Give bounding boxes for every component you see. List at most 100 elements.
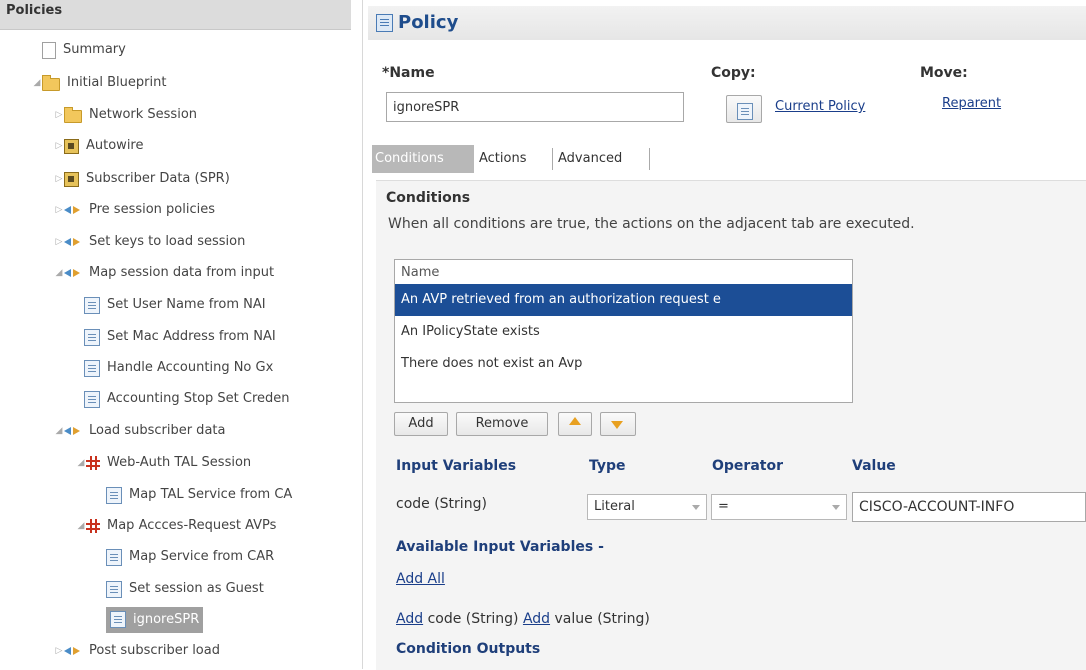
add-condition-button[interactable]: Add bbox=[394, 412, 448, 436]
form-icon bbox=[84, 328, 100, 346]
operator-header: Operator bbox=[712, 458, 783, 474]
tree-item-set-mac-address[interactable]: Set Mac Address from NAI bbox=[84, 326, 276, 348]
tree-item-set-keys[interactable]: ▷ Set keys to load session bbox=[54, 231, 246, 253]
variable-name: code (String) bbox=[427, 611, 519, 627]
form-icon bbox=[737, 103, 753, 120]
tree-item-autowire[interactable]: ▷ Autowire bbox=[54, 135, 143, 157]
value-header: Value bbox=[852, 458, 896, 474]
tab-conditions[interactable]: Conditions bbox=[372, 145, 474, 173]
tab-actions[interactable]: Actions bbox=[476, 145, 550, 173]
expand-toggle-icon[interactable]: ◢ bbox=[76, 452, 86, 474]
conditions-list[interactable]: Name An AVP retrieved from an authorizat… bbox=[394, 259, 853, 403]
input-variables-header: Input Variables bbox=[396, 458, 517, 474]
available-variables-row: Add code (String) Add value (String) bbox=[396, 611, 650, 627]
move-label: Move: bbox=[920, 65, 968, 81]
tree-item-map-service-car[interactable]: Map Service from CAR bbox=[106, 546, 274, 568]
collapse-toggle-icon[interactable]: ▷ bbox=[54, 104, 64, 126]
list-item-selected[interactable]: An AVP retrieved from an authorization r… bbox=[395, 284, 852, 316]
expand-toggle-icon[interactable]: ◢ bbox=[54, 262, 64, 284]
policy-name-input[interactable] bbox=[386, 92, 684, 122]
autowire-icon bbox=[64, 138, 79, 154]
tab-advanced[interactable]: Advanced bbox=[555, 145, 645, 173]
collapse-toggle-icon[interactable]: ▷ bbox=[54, 640, 64, 662]
reparent-link[interactable]: Reparent bbox=[942, 96, 1001, 111]
arrow-up-icon bbox=[569, 417, 581, 425]
arrows-icon bbox=[64, 236, 82, 248]
expand-toggle-icon[interactable]: ◢ bbox=[54, 420, 64, 442]
document-icon bbox=[42, 41, 56, 59]
tab-divider bbox=[649, 148, 650, 170]
form-icon bbox=[106, 548, 122, 566]
type-header: Type bbox=[589, 458, 626, 474]
expand-toggle-icon[interactable]: ◢ bbox=[76, 515, 86, 537]
arrows-icon bbox=[64, 645, 82, 657]
collapse-toggle-icon[interactable]: ▷ bbox=[54, 135, 64, 157]
copy-label: Copy: bbox=[711, 65, 756, 81]
collapse-toggle-icon[interactable]: ▷ bbox=[54, 168, 64, 190]
tree-item-web-auth-tal[interactable]: ◢ Web-Auth TAL Session bbox=[76, 452, 251, 474]
tree-item-handle-accounting[interactable]: Handle Accounting No Gx bbox=[84, 357, 273, 379]
type-select[interactable]: Literal bbox=[587, 494, 707, 520]
tree-item-ignorespr[interactable]: ignoreSPR bbox=[106, 606, 204, 634]
tree-item-map-tal-service[interactable]: Map TAL Service from CA bbox=[106, 484, 292, 506]
folder-icon bbox=[64, 106, 82, 123]
tree-item-post-subscriber-load[interactable]: ▷ Post subscriber load bbox=[54, 640, 220, 662]
policies-tree-panel: Policies Summary ◢ Initial Blueprint ▷ Net… bbox=[0, 0, 363, 669]
move-up-button[interactable] bbox=[558, 412, 592, 436]
tree-item-load-subscriber[interactable]: ◢ Load subscriber data bbox=[54, 420, 226, 442]
copy-policy-button[interactable] bbox=[726, 95, 762, 123]
expand-toggle-icon[interactable]: ◢ bbox=[32, 72, 42, 94]
move-down-button[interactable] bbox=[600, 412, 636, 436]
tree-item-set-user-name[interactable]: Set User Name from NAI bbox=[84, 294, 266, 316]
page-title: Policy bbox=[398, 12, 459, 33]
tree-item-map-session-data[interactable]: ◢ Map session data from input bbox=[54, 262, 275, 284]
collapse-toggle-icon[interactable]: ▷ bbox=[54, 231, 64, 253]
form-icon bbox=[106, 580, 122, 598]
tree-item-accounting-stop[interactable]: Accounting Stop Set Creden bbox=[84, 388, 290, 410]
tree-item-map-access-request[interactable]: ◢ Map Accces-Request AVPs bbox=[76, 515, 276, 537]
chevron-down-icon[interactable] bbox=[826, 495, 846, 519]
arrows-icon bbox=[64, 425, 82, 437]
list-item[interactable]: There does not exist an Avp bbox=[395, 348, 852, 380]
condition-outputs-header: Condition Outputs bbox=[396, 641, 541, 657]
tree-item-set-session-guest[interactable]: Set session as Guest bbox=[106, 578, 264, 600]
chevron-down-icon[interactable] bbox=[686, 495, 706, 519]
collapse-toggle-icon[interactable]: ▷ bbox=[54, 199, 64, 221]
arrows-icon bbox=[64, 204, 82, 216]
folder-open-icon bbox=[42, 74, 60, 91]
autowire-icon bbox=[64, 171, 79, 187]
grid-icon bbox=[86, 519, 100, 533]
tree-item-summary[interactable]: Summary bbox=[32, 39, 126, 61]
tree-item-initial-blueprint[interactable]: ◢ Initial Blueprint bbox=[32, 72, 166, 94]
add-variable-link[interactable]: Add bbox=[396, 611, 423, 627]
value-input[interactable] bbox=[852, 492, 1086, 522]
form-icon bbox=[110, 611, 126, 628]
form-icon bbox=[84, 296, 100, 314]
arrows-icon bbox=[64, 267, 82, 279]
tree-item-pre-session-policies[interactable]: ▷ Pre session policies bbox=[54, 199, 215, 221]
current-policy-link[interactable]: Current Policy bbox=[775, 99, 865, 114]
conditions-heading: Conditions bbox=[386, 190, 471, 206]
form-icon bbox=[84, 359, 100, 377]
policy-header-bar bbox=[368, 6, 1086, 40]
operator-select[interactable]: = bbox=[711, 494, 847, 520]
list-item[interactable]: An IPolicyState exists bbox=[395, 316, 852, 348]
tree-item-subscriber-data[interactable]: ▷ Subscriber Data (SPR) bbox=[54, 168, 230, 190]
input-variable-name: code (String) bbox=[396, 496, 487, 512]
arrow-down-icon bbox=[611, 421, 623, 429]
add-all-link[interactable]: Add All bbox=[396, 571, 445, 587]
add-variable-link[interactable]: Add bbox=[523, 611, 550, 627]
grid-icon bbox=[86, 456, 100, 470]
remove-condition-button[interactable]: Remove bbox=[456, 412, 548, 436]
policy-form-icon bbox=[376, 14, 393, 32]
form-icon bbox=[84, 390, 100, 408]
tab-divider bbox=[552, 148, 553, 170]
available-input-variables-header: Available Input Variables - bbox=[396, 539, 604, 555]
variable-name: value (String) bbox=[554, 611, 650, 627]
form-icon bbox=[106, 486, 122, 504]
name-label: *Name bbox=[382, 65, 435, 81]
list-header: Name bbox=[401, 265, 440, 280]
conditions-description: When all conditions are true, the action… bbox=[388, 216, 915, 232]
tree-item-network-session[interactable]: ▷ Network Session bbox=[54, 104, 197, 126]
panel-title: Policies bbox=[0, 0, 351, 30]
